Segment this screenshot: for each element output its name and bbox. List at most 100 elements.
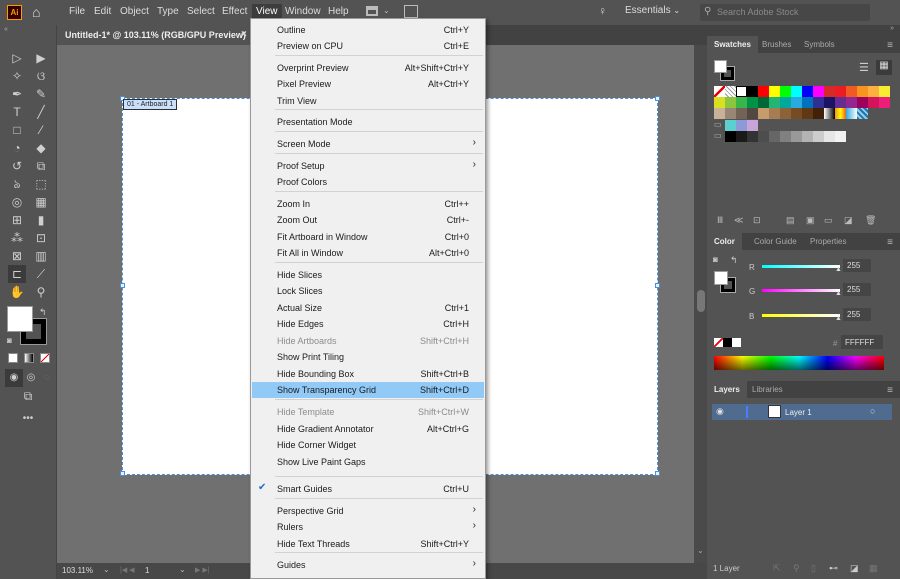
gradient-tool-icon[interactable]: ▮ xyxy=(32,211,50,229)
swatch-gradient[interactable] xyxy=(824,108,835,119)
swatch[interactable] xyxy=(769,97,780,108)
swatch[interactable] xyxy=(758,131,769,142)
menu-item-pixel-preview[interactable]: Pixel Preview Alt+Ctrl+Y xyxy=(252,76,484,92)
red-value-input[interactable]: 255 xyxy=(843,259,871,272)
swatch[interactable] xyxy=(813,131,824,142)
artboard-handle[interactable] xyxy=(655,471,660,476)
swatch-fill-indicator[interactable] xyxy=(714,60,727,73)
new-sublayer-icon[interactable]: ⊷ xyxy=(829,563,838,574)
default-colors-icon[interactable]: ◙ xyxy=(713,255,718,264)
paintbrush-icon[interactable]: ⁄ xyxy=(32,121,50,139)
black-color-button[interactable] xyxy=(723,338,732,347)
menu-item-hide-edges[interactable]: Hide Edges Ctrl+H xyxy=(252,316,484,332)
free-transform-icon[interactable]: ⬚ xyxy=(32,175,50,193)
green-slider[interactable] xyxy=(762,289,840,292)
gradient-mode-icon[interactable] xyxy=(24,353,34,363)
swatch-registration[interactable] xyxy=(725,86,736,97)
swatch[interactable] xyxy=(802,97,813,108)
swatch[interactable] xyxy=(747,108,758,119)
menu-item-show-live-paint-gaps[interactable]: Show Live Paint Gaps xyxy=(252,454,484,470)
artboard-handle[interactable] xyxy=(655,283,660,288)
hand-tool-icon[interactable]: ✋ xyxy=(8,283,26,301)
folder-icon[interactable]: ▭ xyxy=(824,215,833,226)
eraser-icon[interactable]: ◆ xyxy=(32,139,50,157)
close-tab-icon[interactable]: × xyxy=(241,29,247,40)
menu-object[interactable]: Object xyxy=(120,6,149,17)
swatch[interactable] xyxy=(736,97,747,108)
swatch[interactable] xyxy=(758,86,769,97)
menu-item-guides[interactable]: Guides › xyxy=(252,557,484,573)
more-tools-icon[interactable]: ••• xyxy=(19,410,37,428)
menu-item-hide-artboards[interactable]: Hide Artboards Shift+Ctrl+H xyxy=(252,333,484,349)
shaper-tool-icon[interactable]: ◔ xyxy=(8,139,26,157)
swatch[interactable] xyxy=(747,131,758,142)
swatch[interactable] xyxy=(725,120,736,131)
swatch[interactable] xyxy=(791,108,802,119)
tab-properties[interactable]: Properties xyxy=(803,233,853,250)
swatch-gradient[interactable] xyxy=(835,108,846,119)
swatch[interactable] xyxy=(736,131,747,142)
green-slider-handle[interactable]: ▲ xyxy=(835,290,842,297)
swatch[interactable] xyxy=(736,86,747,97)
new-color-group-icon[interactable]: ▣ xyxy=(806,215,815,226)
share-icon[interactable] xyxy=(404,5,418,18)
blue-value-input[interactable]: 255 xyxy=(843,308,871,321)
swatch[interactable] xyxy=(824,131,835,142)
menu-item-proof-setup[interactable]: Proof Setup › xyxy=(252,158,484,174)
color-fill-indicator[interactable] xyxy=(714,271,728,285)
swap-colors-icon[interactable]: ↰ xyxy=(730,255,738,266)
swatch-pattern[interactable] xyxy=(857,108,868,119)
trash-icon[interactable]: ▦ xyxy=(869,563,878,574)
menu-item-hide-text-threads[interactable]: Hide Text Threads Shift+Ctrl+Y xyxy=(252,536,484,552)
color-group-icon[interactable]: ▤ xyxy=(786,215,795,226)
screen-mode-icon[interactable]: ⧉ xyxy=(19,387,37,405)
swatch[interactable] xyxy=(879,97,890,108)
swatch[interactable] xyxy=(824,97,835,108)
perspective-grid-icon[interactable]: ▦ xyxy=(32,193,50,211)
draw-normal-icon[interactable]: ◉ xyxy=(5,369,23,387)
swatch[interactable] xyxy=(791,131,802,142)
menu-edit[interactable]: Edit xyxy=(94,6,111,17)
direct-selection-tool-icon[interactable]: ▷ xyxy=(8,49,26,67)
lightbulb-icon[interactable]: ♀ xyxy=(598,4,607,18)
menu-item-hide-corner-widget[interactable]: Hide Corner Widget xyxy=(252,437,484,453)
collect-export-icon[interactable]: ⇱ xyxy=(773,563,781,574)
mesh-tool-icon[interactable]: ⊞ xyxy=(8,211,26,229)
swatch[interactable] xyxy=(791,86,802,97)
swatch-options-icon[interactable]: ⊡ xyxy=(753,215,761,226)
menu-item-actual-size[interactable]: Actual Size Ctrl+1 xyxy=(252,300,484,316)
red-slider-handle[interactable]: ▲ xyxy=(835,266,842,273)
swatch[interactable] xyxy=(802,131,813,142)
type-tool-icon[interactable]: T xyxy=(8,103,26,121)
none-color-button[interactable] xyxy=(714,338,723,347)
swatch[interactable] xyxy=(835,86,846,97)
rectangle-tool-icon[interactable]: □ xyxy=(8,121,26,139)
zoom-level[interactable]: 103.11% xyxy=(62,566,93,575)
menu-item-smart-guides[interactable]: ✔ Smart Guides Ctrl+U xyxy=(252,481,484,497)
swatch[interactable] xyxy=(747,120,758,131)
zoom-dropdown-icon[interactable]: ⌄ xyxy=(103,565,110,574)
clipping-mask-icon[interactable]: ▯ xyxy=(811,563,816,574)
menu-item-zoom-out[interactable]: Zoom Out Ctrl+- xyxy=(252,212,484,228)
swatch[interactable] xyxy=(791,97,802,108)
tab-swatches[interactable]: Swatches xyxy=(707,36,758,53)
swatch[interactable] xyxy=(780,131,791,142)
first-artboard-icon[interactable]: |◀ ◀ xyxy=(120,566,135,574)
zoom-tool-icon[interactable]: ⚲ xyxy=(32,283,50,301)
new-swatch-icon[interactable]: ◪ xyxy=(844,215,853,226)
menu-item-trim-view[interactable]: Trim View xyxy=(252,93,484,109)
layer-name[interactable]: Layer 1 xyxy=(785,408,812,417)
swatch[interactable] xyxy=(846,97,857,108)
swatch[interactable] xyxy=(780,97,791,108)
width-tool-icon[interactable]: ঌ xyxy=(8,175,26,193)
pen-tool-icon[interactable]: ✒ xyxy=(8,85,26,103)
swatch[interactable] xyxy=(725,97,736,108)
menu-effect[interactable]: Effect xyxy=(222,6,247,17)
tab-libraries[interactable]: Libraries xyxy=(745,381,790,398)
swatch[interactable] xyxy=(769,86,780,97)
menu-item-hide-bounding-box[interactable]: Hide Bounding Box Shift+Ctrl+B xyxy=(252,366,484,382)
shape-builder-icon[interactable]: ◎ xyxy=(8,193,26,211)
menu-item-overprint-preview[interactable]: Overprint Preview Alt+Shift+Ctrl+Y xyxy=(252,60,484,76)
tab-layers[interactable]: Layers xyxy=(707,381,747,398)
menu-item-lock-slices[interactable]: Lock Slices xyxy=(252,283,484,299)
